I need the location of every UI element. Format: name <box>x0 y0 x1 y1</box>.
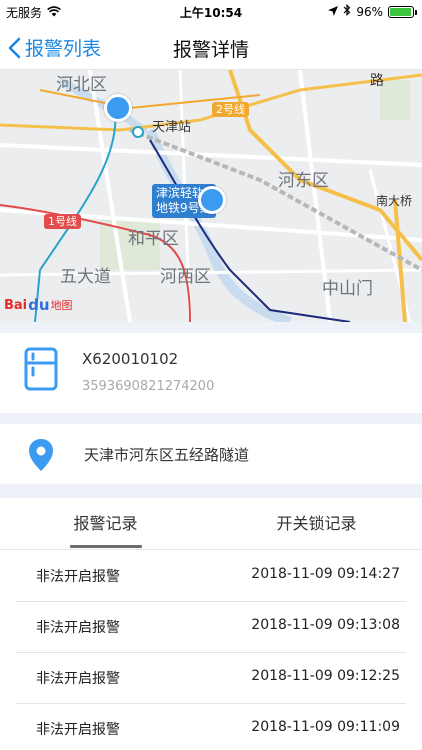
location-arrow-icon <box>328 5 339 19</box>
device-imei: 3593690821274200 <box>82 379 215 394</box>
map-label-lu: 路 <box>370 73 384 89</box>
record-row[interactable]: 非法开启报警 2018-11-09 09:11:09 <box>16 704 406 750</box>
metro-line-1-badge: 1号线 <box>44 214 81 229</box>
address-text: 天津市河东区五经路隧道 <box>84 446 250 464</box>
fridge-icon <box>24 347 58 395</box>
map-label-heping: 和平区 <box>128 229 179 249</box>
location-marker-2[interactable] <box>198 186 226 214</box>
chevron-left-icon <box>8 37 21 58</box>
record-row[interactable]: 非法开启报警 2018-11-09 09:14:27 <box>16 551 406 602</box>
battery-percent: 96% <box>356 4 383 19</box>
tab-lock-records[interactable]: 开关锁记录 <box>211 498 422 550</box>
device-id: X620010102 <box>82 350 179 368</box>
record-row[interactable]: 非法开启报警 2018-11-09 09:13:08 <box>16 602 406 653</box>
baidu-logo-ditu: 地图 <box>50 299 73 312</box>
back-button[interactable]: 报警列表 <box>8 34 101 61</box>
alarm-record-list: 非法开启报警 2018-11-09 09:14:27 非法开启报警 2018-1… <box>0 551 422 750</box>
record-time: 2018-11-09 09:13:08 <box>251 617 400 633</box>
record-time: 2018-11-09 09:11:09 <box>251 719 400 735</box>
record-type: 非法开启报警 <box>36 569 120 585</box>
status-bar: 无服务 上午10:54 96% <box>0 0 422 24</box>
battery-fill <box>390 7 412 16</box>
record-type: 非法开启报警 <box>36 620 120 636</box>
record-tabs: 报警记录 开关锁记录 <box>0 498 422 550</box>
baidu-map-logo: Bai du 地图 <box>4 296 73 314</box>
map-label-hexi: 河西区 <box>160 267 211 287</box>
nav-bar: 报警列表 报警详情 <box>0 24 422 70</box>
device-info: X620010102 3593690821274200 <box>0 333 422 413</box>
tab-alarm-records[interactable]: 报警记录 <box>0 498 211 550</box>
map-label-tianjin-station: 天津站 <box>152 120 192 135</box>
baidu-logo-bai: Bai <box>4 297 28 313</box>
map-label-zhongshanmen: 中山门 <box>322 279 373 299</box>
baidu-paw-icon: du <box>28 296 50 314</box>
map-label-wudadao: 五大道 <box>60 267 111 287</box>
station-icon <box>132 126 144 138</box>
map-label-nandaqiao: 南大桥 <box>376 194 413 208</box>
record-time: 2018-11-09 09:14:27 <box>251 566 400 582</box>
map-label-hedong: 河东区 <box>278 171 329 191</box>
address-info: 天津市河东区五经路隧道 <box>0 424 422 484</box>
status-right: 96% <box>328 3 417 19</box>
metro-line-2-badge: 2号线 <box>212 102 249 117</box>
record-type: 非法开启报警 <box>36 722 120 738</box>
section-separator <box>0 322 422 333</box>
section-separator <box>0 484 422 498</box>
tab-active-indicator <box>70 545 142 548</box>
section-separator <box>0 413 422 424</box>
location-marker-1[interactable] <box>104 94 132 122</box>
record-row[interactable]: 非法开启报警 2018-11-09 09:12:25 <box>16 653 406 704</box>
record-type: 非法开启报警 <box>36 671 120 687</box>
bluetooth-icon <box>343 3 351 19</box>
map-view[interactable]: 河北区 天津站 河东区 和平区 五大道 河西区 中山门 南大桥 路 1号线 2号… <box>0 70 422 322</box>
back-button-label: 报警列表 <box>25 38 102 60</box>
map-label-hebei: 河北区 <box>56 75 107 95</box>
record-time: 2018-11-09 09:12:25 <box>251 668 400 684</box>
battery-icon <box>388 5 417 18</box>
location-pin-icon <box>28 438 54 476</box>
